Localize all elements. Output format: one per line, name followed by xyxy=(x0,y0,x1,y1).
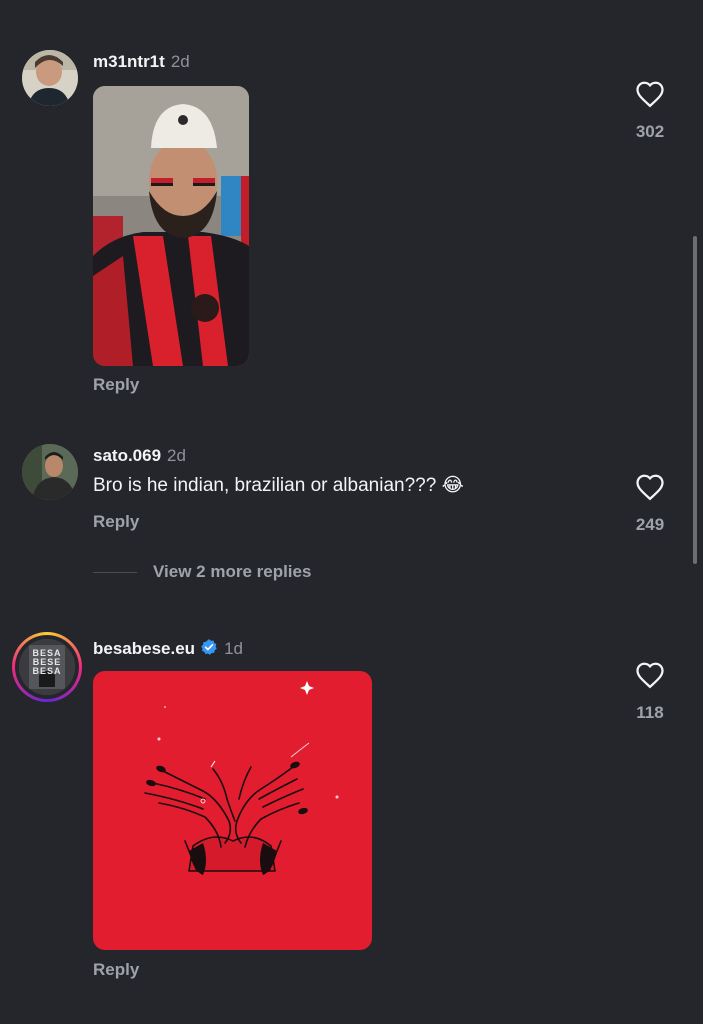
avatar-logo-text: BESA BESE BESA xyxy=(32,648,62,676)
comment-photo[interactable] xyxy=(93,86,249,366)
view-more-replies[interactable]: View 2 more replies xyxy=(93,562,311,582)
reply-button[interactable]: Reply xyxy=(93,375,139,395)
username[interactable]: m31ntr1t xyxy=(93,52,165,71)
heart-outline-icon xyxy=(636,474,664,501)
timestamp: 2d xyxy=(167,446,186,465)
comment-image[interactable] xyxy=(93,671,372,950)
username[interactable]: sato.069 xyxy=(93,446,161,465)
like-count: 249 xyxy=(635,515,665,534)
avatar[interactable] xyxy=(22,50,78,106)
avatar: BESA BESE BESA xyxy=(19,639,75,695)
like-button[interactable]: 118 xyxy=(630,661,670,723)
reply-button[interactable]: Reply xyxy=(93,960,139,980)
scrollbar[interactable] xyxy=(693,236,697,564)
heart-outline-icon xyxy=(636,81,664,108)
verified-badge-icon xyxy=(200,638,218,661)
like-button[interactable]: 249 xyxy=(630,473,670,535)
comment-header: besabese.eu 1d xyxy=(93,638,243,661)
heart-outline-icon xyxy=(636,662,664,689)
story-ring[interactable]: BESA BESE BESA xyxy=(12,632,82,702)
laughing-emoji-icon: 😂 xyxy=(441,474,464,496)
illustration-albanian-eagle-hands xyxy=(93,671,372,950)
username[interactable]: besabese.eu xyxy=(93,639,195,658)
comment-header: m31ntr1t 2d xyxy=(93,52,190,72)
like-count: 118 xyxy=(636,703,664,722)
timestamp: 1d xyxy=(224,639,243,658)
reply-button[interactable]: Reply xyxy=(93,512,139,532)
comment-text: Bro is he indian, brazilian or albanian?… xyxy=(93,474,464,496)
like-button[interactable]: 302 xyxy=(630,80,670,142)
photo-albanian-fan xyxy=(93,86,249,366)
comment-header: sato.069 2d xyxy=(93,446,186,466)
divider xyxy=(93,572,137,574)
timestamp: 2d xyxy=(170,52,190,71)
like-count: 302 xyxy=(635,122,665,141)
avatar[interactable] xyxy=(22,444,78,500)
